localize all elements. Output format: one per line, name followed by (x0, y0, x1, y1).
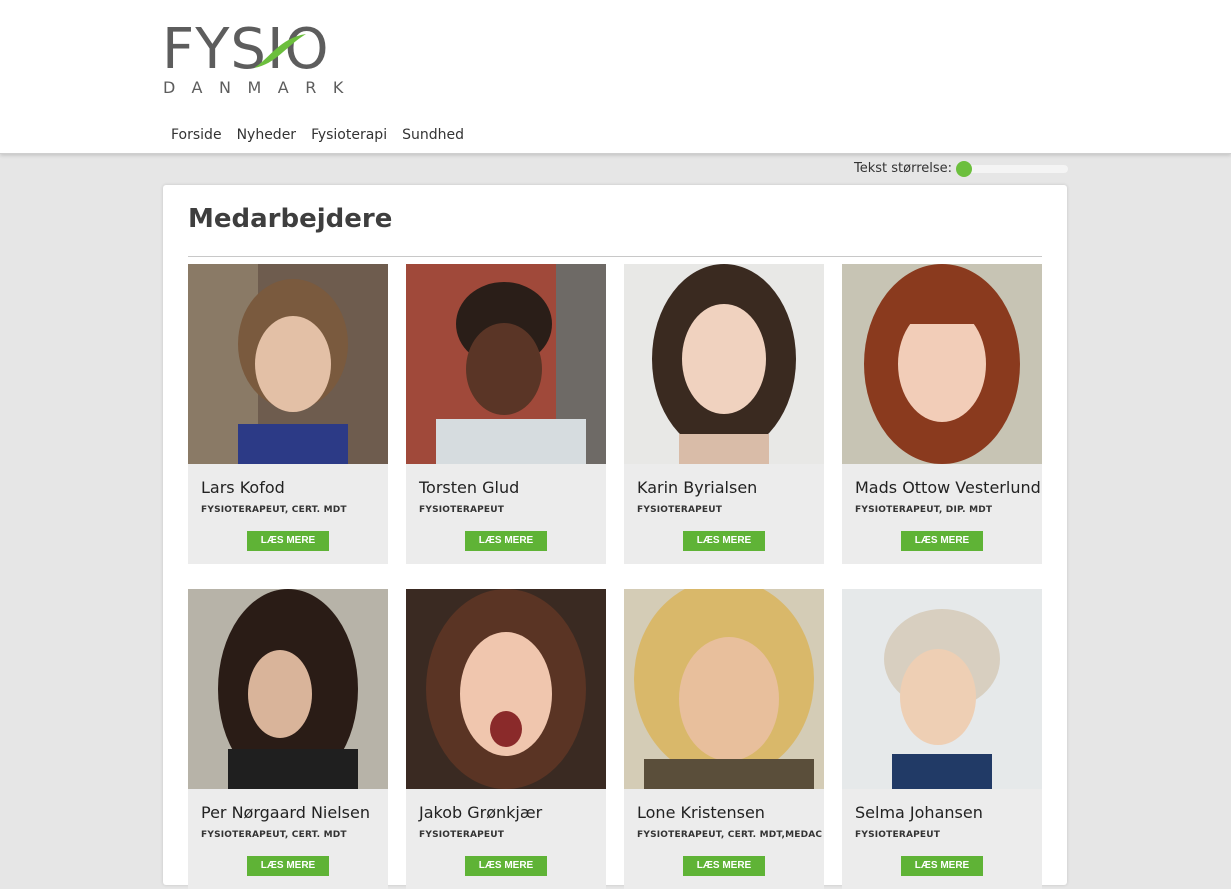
staff-name: Karin Byrialsen (637, 478, 758, 497)
staff-card: Per Nørgaard Nielsen FYSIOTERAPEUT, CERT… (188, 589, 388, 889)
staff-card: Karin Byrialsen FYSIOTERAPEUT LÆS MERE (624, 264, 824, 564)
read-more-button[interactable]: LÆS MERE (683, 531, 765, 551)
read-more-button[interactable]: LÆS MERE (901, 856, 983, 876)
staff-name: Selma Johansen (855, 803, 983, 822)
read-more-button[interactable]: LÆS MERE (683, 856, 765, 876)
staff-role: FYSIOTERAPEUT, DIP. MDT (855, 505, 993, 515)
read-more-button[interactable]: LÆS MERE (465, 856, 547, 876)
staff-role: FYSIOTERAPEUT (419, 505, 505, 515)
staff-name: Jakob Grønkjær (419, 803, 543, 822)
page-title: Medarbejdere (188, 204, 393, 234)
nav-item-forside[interactable]: Forside (171, 127, 222, 143)
read-more-button[interactable]: LÆS MERE (247, 856, 329, 876)
nav-item-fysioterapi[interactable]: Fysioterapi (311, 127, 387, 143)
text-size-slider-handle[interactable] (956, 161, 972, 177)
portrait-image (624, 264, 824, 464)
logo-subtitle: DANMARK (163, 78, 360, 97)
staff-photo[interactable] (842, 264, 1042, 464)
staff-card: Selma Johansen FYSIOTERAPEUT LÆS MERE (842, 589, 1042, 889)
portrait-image (406, 589, 606, 789)
staff-card: Lars Kofod FYSIOTERAPEUT, CERT. MDT LÆS … (188, 264, 388, 564)
staff-name: Mads Ottow Vesterlund (855, 478, 1041, 497)
read-more-button[interactable]: LÆS MERE (247, 531, 329, 551)
staff-card: Mads Ottow Vesterlund FYSIOTERAPEUT, DIP… (842, 264, 1042, 564)
fysio-danmark-logo[interactable]: FYSIO DANMARK (162, 20, 362, 98)
staff-role: FYSIOTERAPEUT, CERT. MDT (201, 830, 347, 840)
staff-name: Torsten Glud (419, 478, 520, 497)
main-nav: Forside Nyheder Fysioterapi Sundhed (171, 127, 464, 143)
staff-card: Lone Kristensen FYSIOTERAPEUT, CERT. MDT… (624, 589, 824, 889)
staff-card: Torsten Glud FYSIOTERAPEUT LÆS MERE (406, 264, 606, 564)
text-size-slider-track[interactable] (956, 165, 1068, 173)
staff-photo[interactable] (406, 264, 606, 464)
staff-name: Per Nørgaard Nielsen (201, 803, 370, 822)
text-size-label: Tekst størrelse: (854, 161, 953, 176)
staff-role: FYSIOTERAPEUT, CERT. MDT,MEDAC (637, 830, 823, 840)
site-header: FYSIO DANMARK Forside Nyheder Fysioterap… (0, 0, 1231, 154)
title-divider (188, 256, 1042, 257)
portrait-image (188, 264, 388, 464)
portrait-image (406, 264, 606, 464)
staff-role: FYSIOTERAPEUT (637, 505, 723, 515)
logo-swoosh-icon (254, 34, 306, 68)
staff-photo[interactable] (842, 589, 1042, 789)
staff-role: FYSIOTERAPEUT (419, 830, 505, 840)
staff-role: FYSIOTERAPEUT (855, 830, 941, 840)
read-more-button[interactable]: LÆS MERE (901, 531, 983, 551)
staff-name: Lars Kofod (201, 478, 285, 497)
staff-photo[interactable] (624, 589, 824, 789)
nav-item-sundhed[interactable]: Sundhed (402, 127, 464, 143)
portrait-image (842, 589, 1042, 789)
staff-card: Jakob Grønkjær FYSIOTERAPEUT LÆS MERE (406, 589, 606, 889)
staff-name: Lone Kristensen (637, 803, 765, 822)
staff-role: FYSIOTERAPEUT, CERT. MDT (201, 505, 347, 515)
staff-photo[interactable] (624, 264, 824, 464)
staff-photo[interactable] (188, 589, 388, 789)
nav-item-nyheder[interactable]: Nyheder (237, 127, 297, 143)
portrait-image (842, 264, 1042, 464)
staff-photo[interactable] (406, 589, 606, 789)
portrait-image (188, 589, 388, 789)
portrait-image (624, 589, 824, 789)
read-more-button[interactable]: LÆS MERE (465, 531, 547, 551)
staff-photo[interactable] (188, 264, 388, 464)
